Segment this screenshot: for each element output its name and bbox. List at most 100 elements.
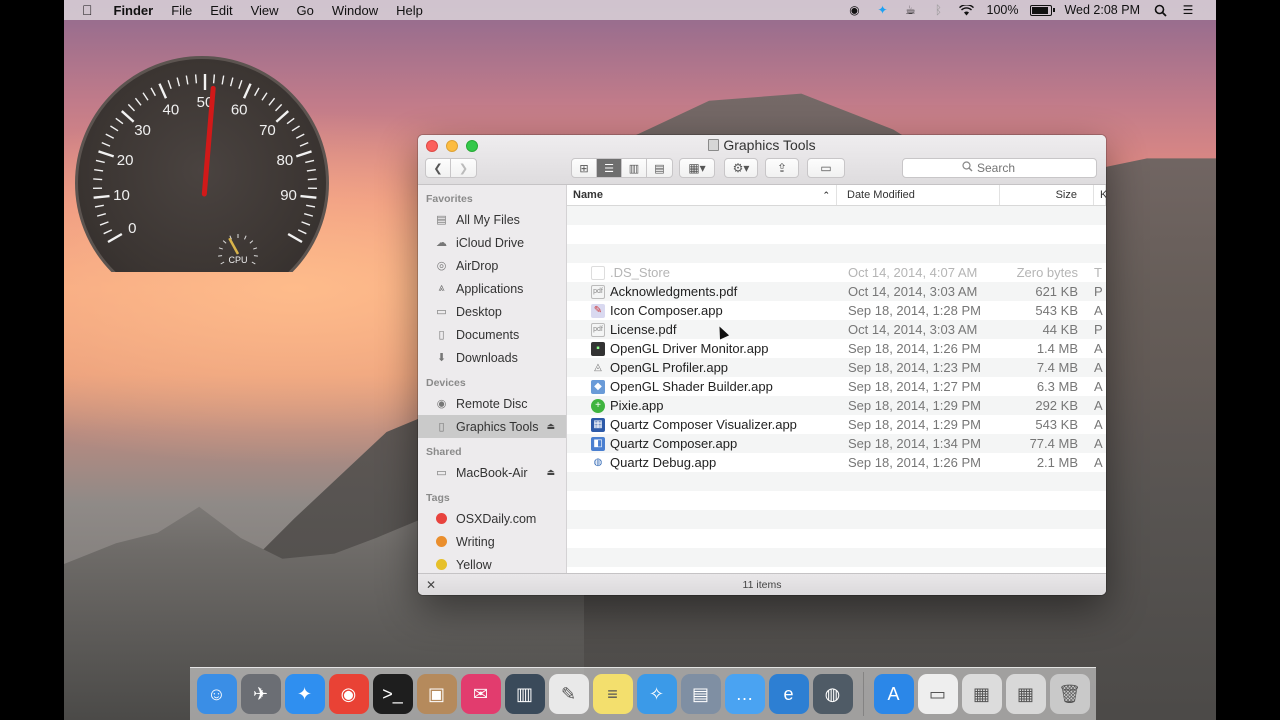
battery-icon[interactable] [1030, 4, 1056, 16]
file-row[interactable]: ✎ Icon Composer.app Sep 18, 2014, 1:28 PM 5… [567, 301, 1106, 320]
file-date: Sep 18, 2014, 1:27 PM [848, 379, 981, 394]
sidebar-item-label: Downloads [456, 350, 518, 365]
eject-icon[interactable]: ⏏ [546, 467, 555, 478]
share-button[interactable]: ⇪ [765, 158, 799, 178]
gauge-tick [176, 77, 181, 87]
column-header-kind[interactable]: K [1094, 185, 1106, 205]
sidebar-item-downloads[interactable]: ⬇ Downloads [418, 346, 566, 369]
file-size: 7.4 MB [1036, 360, 1078, 375]
wifi-icon[interactable] [959, 3, 975, 17]
sidebar-item-macbook-air[interactable]: ▭ MacBook-Air ⏏ [418, 461, 566, 484]
sidebar-item-desktop[interactable]: ▭ Desktop [418, 300, 566, 323]
apple-menu-icon[interactable]:  [64, 2, 105, 18]
dock-preview-icon[interactable]: ▣ [416, 674, 457, 714]
gauge-tick [274, 103, 283, 112]
dock-terminal-icon[interactable]: >_ [372, 674, 413, 714]
search-field[interactable] [902, 158, 1097, 178]
cpu-gauge-tick [251, 261, 256, 265]
column-header-name[interactable]: Name ⌃ [567, 185, 837, 205]
list-view-button[interactable]: ☰ [597, 159, 622, 177]
close-path-bar-icon[interactable]: ✕ [426, 578, 436, 592]
file-row[interactable]: ◬ OpenGL Profiler.app Sep 18, 2014, 1:23 P… [567, 358, 1106, 377]
menu-window[interactable]: Window [323, 3, 387, 18]
arrange-button[interactable]: ▦▾ [679, 158, 715, 178]
forward-button[interactable]: ❯ [451, 159, 476, 177]
gauge-dial: 0 10 20 30 40 50 60 70 80 90 CPU [75, 56, 329, 272]
file-row[interactable]: ◧ Quartz Composer.app Sep 18, 2014, 1:34 P… [567, 434, 1106, 453]
sidebar-item-graphics-tools[interactable]: ▯ Graphics Tools ⏏ [418, 415, 566, 438]
bluetooth-icon[interactable]: ᛒ [931, 3, 947, 17]
twitter-icon[interactable]: ✦ [875, 3, 891, 17]
sidebar-item-applications[interactable]: ⩓ Applications [418, 277, 566, 300]
menu-clock[interactable]: Wed 2:08 PM [1064, 3, 1140, 17]
sidebar-tag-osxdaily[interactable]: OSXDaily.com [418, 507, 566, 530]
column-header-size[interactable]: Size [1000, 185, 1094, 205]
dock-messages-icon[interactable]: … [724, 674, 765, 714]
gauge-tick-label: 30 [134, 122, 151, 139]
action-button[interactable]: ⚙▾ [724, 158, 758, 178]
dock-finder-icon[interactable]: ☺ [196, 674, 237, 714]
file-row[interactable]: ▦ Quartz Composer Visualizer.app Sep 18, 2… [567, 415, 1106, 434]
search-input[interactable] [977, 161, 1037, 175]
dock-window-preview-1-icon[interactable]: ▦ [961, 674, 1002, 714]
dock-window-preview-2-icon[interactable]: ▦ [1005, 674, 1046, 714]
sidebar-item-label: Applications [456, 281, 524, 296]
sidebar-item-label: Yellow [456, 557, 492, 572]
sidebar-item-icloud-drive[interactable]: ☁ iCloud Drive [418, 231, 566, 254]
edit-tags-button[interactable]: ▭ [807, 158, 845, 178]
dock-activity-monitor-icon[interactable]: ▥ [504, 674, 545, 714]
menu-go[interactable]: Go [288, 3, 323, 18]
file-row[interactable]: + Pixie.app Sep 18, 2014, 1:29 PM 292 KB A [567, 396, 1106, 415]
gauge-tick [95, 159, 105, 164]
gauge-tick [307, 178, 317, 181]
menu-help[interactable]: Help [387, 3, 432, 18]
column-view-button[interactable]: ▥ [622, 159, 647, 177]
sidebar-tag-yellow[interactable]: Yellow [418, 553, 566, 573]
gauge-tick [287, 232, 303, 244]
dock-safari-icon[interactable]: ✦ [284, 674, 325, 714]
back-button[interactable]: ❮ [426, 159, 451, 177]
dock-airmail-icon[interactable]: ✉ [460, 674, 501, 714]
eject-icon[interactable]: ⏏ [546, 421, 555, 432]
file-row[interactable]: pdf License.pdf Oct 14, 2014, 3:03 AM 44 KB… [567, 320, 1106, 339]
spotlight-search-icon[interactable] [1152, 3, 1168, 17]
file-row[interactable]: .DS_Store Oct 14, 2014, 4:07 AM Zero bytes… [567, 263, 1106, 282]
sidebar-item-documents[interactable]: ▯ Documents [418, 323, 566, 346]
dock-image-capture-icon[interactable]: ▤ [680, 674, 721, 714]
menu-file[interactable]: File [162, 3, 201, 18]
sidebar-item-remote-disc[interactable]: ◉ Remote Disc [418, 392, 566, 415]
dock: ☺ ✈ ✦ ◉ >_ ▣ ✉ ▥ ✎ ≡ ✧ ▤… e ◍ A ▭ ▦ ▦ 🗑 [190, 667, 1096, 720]
record-icon[interactable]: ◉ [847, 3, 863, 17]
dock-document-icon[interactable]: ▭ [917, 674, 958, 714]
dock-chrome-icon[interactable]: ◉ [328, 674, 369, 714]
coffee-cup-icon[interactable]: ☕ [903, 3, 919, 17]
column-header-date-modified[interactable]: Date Modified [837, 185, 1000, 205]
icon-view-button[interactable]: ⊞ [572, 159, 597, 177]
dock-launchpad-icon[interactable]: ✈ [240, 674, 281, 714]
file-row[interactable]: pdf Acknowledgments.pdf Oct 14, 2014, 3:03… [567, 282, 1106, 301]
menu-view[interactable]: View [242, 3, 288, 18]
dock-edge-browser-icon[interactable]: e [768, 674, 809, 714]
dock-trash-icon[interactable]: 🗑 [1049, 674, 1090, 714]
menu-edit[interactable]: Edit [201, 3, 241, 18]
gauge-tick [158, 83, 168, 99]
gauge-tick [99, 221, 109, 226]
dock-app-store-icon[interactable]: A [873, 674, 914, 714]
file-kind: A [1094, 455, 1103, 470]
disk-image-icon: ▯ [438, 421, 445, 433]
file-row[interactable]: ◆ OpenGL Shader Builder.app Sep 18, 2014, … [567, 377, 1106, 396]
file-row[interactable]: ◍ Quartz Debug.app Sep 18, 2014, 1:26 PM 2.… [567, 453, 1106, 472]
sidebar-item-airdrop[interactable]: ◎ AirDrop [418, 254, 566, 277]
sidebar-tag-writing[interactable]: Writing [418, 530, 566, 553]
dock-notes-icon[interactable]: ≡ [592, 674, 633, 714]
dock-quartz-debug-icon[interactable]: ◍ [812, 674, 853, 714]
menu-app-name[interactable]: Finder [105, 3, 163, 18]
file-name: OpenGL Shader Builder.app [610, 379, 773, 394]
notification-center-icon[interactable]: ☰ [1180, 3, 1196, 17]
sidebar-item-all-my-files[interactable]: ▤ All My Files [418, 208, 566, 231]
dock-textedit-icon[interactable]: ✎ [548, 674, 589, 714]
coverflow-view-button[interactable]: ▤ [647, 159, 672, 177]
file-row[interactable]: ▪ OpenGL Driver Monitor.app Sep 18, 2014, … [567, 339, 1106, 358]
gauge-tick [167, 79, 172, 89]
dock-twitter-icon[interactable]: ✧ [636, 674, 677, 714]
